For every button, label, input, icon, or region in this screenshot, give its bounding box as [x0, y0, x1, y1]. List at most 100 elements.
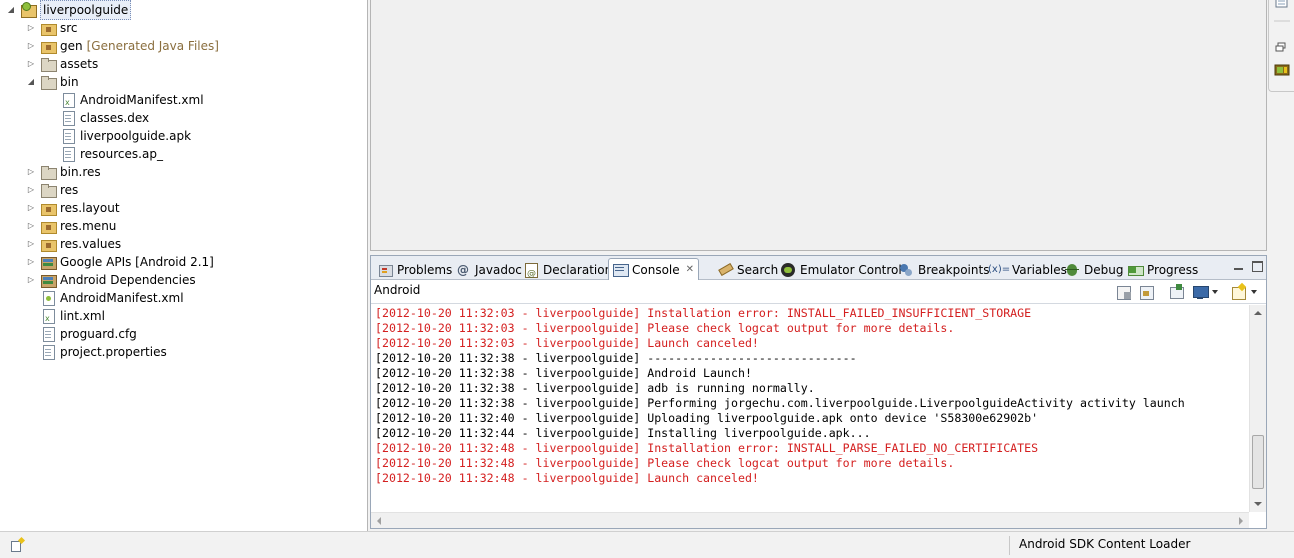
tab-emulator-control[interactable]: Emulator Control [776, 258, 907, 280]
tree-item-label: liverpoolguide [40, 0, 132, 20]
tree-item[interactable]: resources.ap_ [46, 145, 163, 163]
status-message: Android SDK Content Loader [1019, 537, 1191, 551]
restore-icon[interactable] [1274, 41, 1290, 55]
tree-item[interactable]: project.properties [26, 343, 167, 361]
tree-item[interactable]: classes.dex [46, 109, 149, 127]
collapsed-arrow-icon[interactable]: ▷ [26, 167, 36, 177]
console-output[interactable]: [2012-10-20 11:32:03 - liverpoolguide] I… [375, 306, 1247, 512]
android-project-icon [20, 2, 37, 18]
chevron-down-icon[interactable] [1251, 290, 1257, 294]
problems-icon [377, 262, 393, 278]
open-console-icon[interactable] [1230, 284, 1246, 300]
tree-item-label: bin.res [60, 165, 101, 179]
fast-view-icon[interactable] [10, 538, 24, 552]
scroll-up-icon[interactable] [1254, 311, 1262, 315]
collapsed-arrow-icon[interactable]: ▷ [26, 59, 36, 69]
console-line: [2012-10-20 11:32:38 - liverpoolguide] a… [375, 381, 815, 395]
collapsed-arrow-icon[interactable]: ▷ [26, 257, 36, 267]
tree-item[interactable]: ▷ res.layout [26, 199, 120, 217]
clear-console-icon[interactable] [1116, 284, 1132, 300]
tab-debug[interactable]: Debug [1060, 258, 1128, 280]
horizontal-scrollbar[interactable] [371, 512, 1249, 528]
chevron-down-icon[interactable] [1212, 290, 1218, 294]
folder-icon [40, 164, 57, 180]
maximize-icon[interactable] [1251, 260, 1263, 272]
scroll-right-icon[interactable] [1239, 517, 1243, 525]
tree-item[interactable]: AndroidManifest.xml [26, 289, 184, 307]
package-folder-icon [40, 218, 57, 234]
tree-item-label: bin [60, 75, 79, 89]
collapsed-arrow-icon[interactable]: ▷ [26, 239, 36, 249]
console-line-error: [2012-10-20 11:32:48 - liverpoolguide] L… [375, 471, 759, 485]
package-folder-icon [40, 236, 57, 252]
expanded-arrow-icon[interactable]: ◢ [6, 5, 16, 15]
editor-area[interactable] [370, 0, 1267, 251]
console-line-error: [2012-10-20 11:32:48 - liverpoolguide] I… [375, 441, 1039, 455]
tree-item[interactable]: ▷ bin.res [26, 163, 101, 181]
tree-item-label: proguard.cfg [60, 327, 137, 341]
expanded-arrow-icon[interactable]: ◢ [26, 77, 36, 87]
file-icon [40, 326, 56, 342]
tree-item[interactable]: ▷ res.menu [26, 217, 116, 235]
emulator-control-icon[interactable] [1274, 63, 1290, 77]
tab-declaration[interactable]: Declaration [519, 258, 617, 285]
tree-item[interactable]: ▷ assets [26, 55, 98, 73]
tree-item[interactable]: ▷ Android Dependencies [26, 271, 196, 289]
package-folder-icon [40, 200, 57, 216]
tree-item[interactable]: liverpoolguide.apk [46, 127, 191, 145]
collapsed-arrow-icon[interactable]: ▷ [26, 203, 36, 213]
file-icon [60, 146, 76, 162]
tree-item[interactable]: ◢ bin [26, 73, 79, 91]
console-line: [2012-10-20 11:32:44 - liverpoolguide] I… [375, 426, 871, 440]
javadoc-icon: @ [457, 262, 469, 277]
close-icon[interactable]: ✕ [686, 259, 694, 281]
outline-view-icon[interactable] [1274, 0, 1290, 12]
scroll-thumb[interactable] [1252, 435, 1264, 489]
file-icon [40, 344, 56, 360]
tab-variables[interactable]: (x)= Variables [984, 258, 1072, 280]
tree-item[interactable]: ▷ src [26, 19, 78, 37]
tab-label: Progress [1147, 262, 1199, 277]
tree-item[interactable]: ▷ res [26, 181, 78, 199]
collapsed-arrow-icon[interactable]: ▷ [26, 185, 36, 195]
tab-console[interactable]: Console ✕ [608, 258, 700, 281]
display-selected-console-icon[interactable] [1192, 284, 1209, 300]
collapsed-arrow-icon[interactable]: ▷ [26, 221, 36, 231]
scroll-lock-icon[interactable] [1138, 284, 1154, 300]
emulator-icon [780, 262, 796, 278]
tree-item-label: res.values [60, 237, 122, 251]
collapsed-arrow-icon[interactable]: ▷ [26, 275, 36, 285]
trim-separator [1274, 12, 1290, 26]
tree-item[interactable]: ▷ res.values [26, 235, 121, 253]
console-line-error: [2012-10-20 11:32:03 - liverpoolguide] P… [375, 321, 955, 335]
tab-progress[interactable]: Progress [1123, 258, 1203, 280]
tree-item-label: classes.dex [80, 111, 150, 125]
scroll-down-icon[interactable] [1254, 502, 1262, 506]
tree-item-label: res.menu [60, 219, 117, 233]
tree-item[interactable]: AndroidManifest.xml [46, 91, 204, 112]
tree-item[interactable]: lint.xml [26, 307, 105, 328]
tree-item-label: res [60, 183, 79, 197]
xml-file-icon [40, 308, 56, 328]
right-trim-stack [1268, 0, 1294, 92]
tree-item[interactable]: proguard.cfg [26, 325, 137, 343]
tab-breakpoints[interactable]: Breakpoints [894, 258, 994, 280]
tab-problems[interactable]: Problems [373, 258, 457, 280]
scroll-left-icon[interactable] [377, 517, 381, 525]
pin-console-icon[interactable] [1168, 284, 1184, 300]
tree-item-label: Android Dependencies [60, 273, 196, 287]
tab-label: Emulator Control [800, 262, 902, 277]
console-panel: Problems @ Javadoc Declaration Console ✕… [370, 255, 1267, 529]
tree-item[interactable]: ▷ Google APIs [Android 2.1] [26, 253, 214, 271]
collapsed-arrow-icon[interactable]: ▷ [26, 41, 36, 51]
tree-item[interactable]: ▷ gen [Generated Java Files] [26, 37, 219, 55]
tree-item[interactable]: ◢ liverpoolguide [6, 0, 132, 20]
vertical-scrollbar[interactable] [1249, 305, 1266, 512]
collapsed-arrow-icon[interactable]: ▷ [26, 23, 36, 33]
tab-search[interactable]: Search [713, 258, 783, 280]
minimize-icon[interactable] [1233, 260, 1245, 272]
tab-label: Search [737, 262, 779, 277]
tab-javadoc[interactable]: @ Javadoc [451, 258, 527, 280]
